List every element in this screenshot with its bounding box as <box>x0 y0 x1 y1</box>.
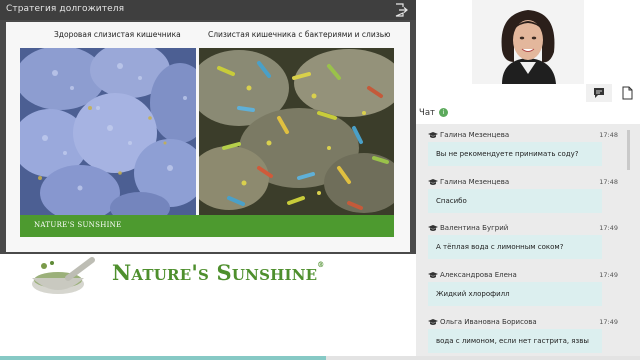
chat-message: Ольга Ивановна Борисова 17:49 вода с лим… <box>428 317 622 353</box>
bacteria-mucosa-image <box>199 48 394 215</box>
message-text: вода с лимоном, если нет гастрита, язвы <box>436 337 589 345</box>
brand-area: Nature's Sunshine® <box>0 254 416 360</box>
chat-header: Чат i <box>416 104 640 124</box>
registered-mark: ® <box>317 260 325 269</box>
graduation-cap-icon <box>428 179 438 185</box>
slide-brand-bar: NATURE'S SUNSHINE <box>20 215 394 237</box>
message-time: 17:49 <box>599 271 618 279</box>
brand-name: Nature's Sunshine <box>112 260 318 285</box>
chat-message: Валентина Бугрий 17:49 А тёплая вода с л… <box>428 223 622 259</box>
playback-progress-fill <box>0 356 327 360</box>
chat-icon <box>594 88 604 98</box>
playback-progress[interactable] <box>0 356 640 360</box>
brand-logo-text: Nature's Sunshine® <box>112 260 324 285</box>
tab-chat[interactable] <box>586 84 612 102</box>
chat-title: Чат <box>419 108 435 118</box>
presentation-header: Стратегия долгожителя <box>0 0 416 20</box>
presentation-title: Стратегия долгожителя <box>6 4 125 14</box>
slide-brand-text: NATURE'S SUNSHINE <box>34 221 122 229</box>
message-author: Галина Мезенцева <box>440 178 510 186</box>
message-text: Жидкий хлорофилл <box>436 290 510 298</box>
message-time: 17:48 <box>599 178 618 186</box>
graduation-cap-icon <box>428 272 438 278</box>
healthy-mucosa-image <box>20 48 196 215</box>
chat-message: Александрова Елена 17:49 Жидкий хлорофил… <box>428 270 622 306</box>
message-bubble: Вы не рекомендуете принимать соду? <box>428 142 602 166</box>
graduation-cap-icon <box>428 132 438 138</box>
message-bubble: вода с лимоном, если нет гастрита, язвы <box>428 329 602 353</box>
message-time: 17:48 <box>599 131 618 139</box>
graduation-cap-icon <box>428 319 438 325</box>
message-bubble: А тёплая вода с лимонным соком? <box>428 235 602 259</box>
message-bubble: Спасибо <box>428 189 602 213</box>
message-author: Александрова Елена <box>440 271 517 279</box>
mortar-pestle-logo <box>32 257 95 294</box>
info-icon[interactable]: i <box>439 108 448 117</box>
message-text: Вы не рекомендуете принимать соду? <box>436 150 579 158</box>
message-time: 17:49 <box>599 318 618 326</box>
chat-messages[interactable]: Галина Мезенцева 17:48 Вы не рекомендует… <box>416 124 640 360</box>
panel-tabs <box>416 84 640 102</box>
chat-scrollbar[interactable] <box>627 130 630 170</box>
exit-fullscreen-icon[interactable] <box>394 3 408 17</box>
message-text: Спасибо <box>436 197 467 205</box>
message-bubble: Жидкий хлорофилл <box>428 282 602 306</box>
document-icon <box>622 86 633 100</box>
slide-caption-bacteria: Слизистая кишечника с бактериями и слизь… <box>208 30 391 39</box>
slide-caption-healthy: Здоровая слизистая кишечника <box>54 30 181 39</box>
message-author: Галина Мезенцева <box>440 131 510 139</box>
message-time: 17:49 <box>599 224 618 232</box>
chat-message: Галина Мезенцева 17:48 Вы не рекомендует… <box>428 130 622 166</box>
chat-message: Галина Мезенцева 17:48 Спасибо <box>428 177 622 213</box>
presenter-video <box>472 0 584 84</box>
graduation-cap-icon <box>428 225 438 231</box>
message-author: Валентина Бугрий <box>440 224 509 232</box>
message-author: Ольга Ивановна Борисова <box>440 318 537 326</box>
tab-documents[interactable] <box>614 84 640 102</box>
message-text: А тёплая вода с лимонным соком? <box>436 243 564 251</box>
